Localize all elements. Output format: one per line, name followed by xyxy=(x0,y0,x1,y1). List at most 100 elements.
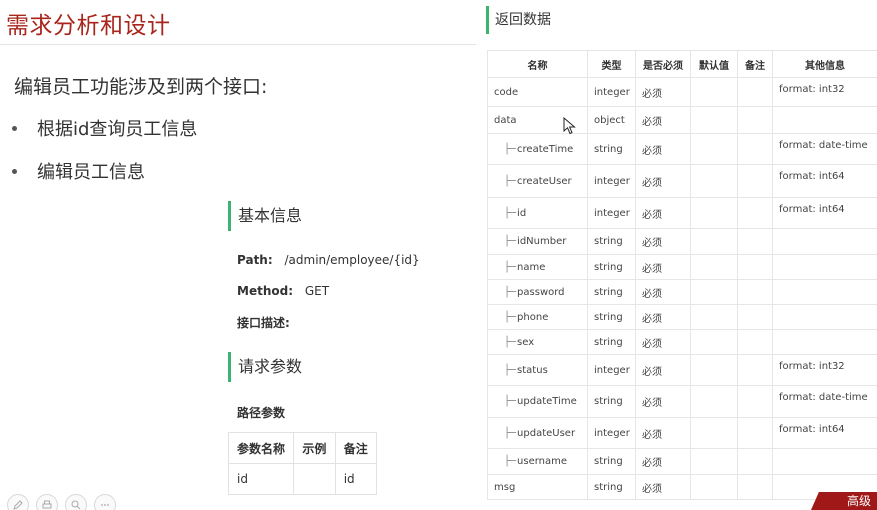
field-name: updateTime xyxy=(517,396,577,407)
bullet-item: 根据id查询员工信息 xyxy=(12,115,197,141)
table-row: code integer 必须 format: int32 xyxy=(487,77,877,107)
remark-cell xyxy=(737,279,773,305)
path-label: Path: xyxy=(237,253,273,267)
type-cell: string xyxy=(587,133,636,165)
default-cell xyxy=(690,106,738,134)
remark-cell xyxy=(737,385,773,418)
other-info-cell xyxy=(772,254,877,280)
table-row: ├─status integer 必须 format: int32 xyxy=(487,354,877,386)
table-row: ├─username string 必须 xyxy=(487,448,877,475)
other-info-cell xyxy=(772,329,877,355)
method-value: GET xyxy=(304,284,330,298)
column-header: 其他信息 xyxy=(772,50,877,78)
required-cell: 必须 xyxy=(635,417,691,449)
type-cell: string xyxy=(587,279,636,305)
default-cell xyxy=(690,385,738,418)
default-cell xyxy=(690,474,738,500)
response-heading: 返回数据 xyxy=(486,6,551,34)
table-row: ├─idNumber string 必须 xyxy=(487,228,877,255)
table-cell: id xyxy=(334,463,378,495)
more-icon xyxy=(101,504,109,506)
field-name: name xyxy=(517,261,546,273)
table-row: ├─phone string 必须 xyxy=(487,304,877,330)
required-cell: 必须 xyxy=(635,254,691,280)
field-name: createTime xyxy=(517,143,574,155)
column-header: 名称 xyxy=(487,50,588,78)
remark-cell xyxy=(737,228,773,255)
remark-cell xyxy=(737,354,773,386)
column-header: 备注 xyxy=(737,50,773,78)
tree-branch-icon: ├─ xyxy=(504,175,517,187)
more-button[interactable] xyxy=(94,494,116,510)
remark-cell xyxy=(737,106,773,134)
field-name: sex xyxy=(517,336,535,348)
name-cell: code xyxy=(487,77,588,107)
tree-branch-icon: ├─ xyxy=(504,364,517,376)
required-cell: 必须 xyxy=(635,354,691,386)
bullet-text: 根据id查询员工信息 xyxy=(37,119,198,140)
other-info-cell: format: date-time xyxy=(772,385,877,418)
tree-branch-icon: ├─ xyxy=(504,427,517,439)
other-info-cell xyxy=(772,304,877,330)
remark-cell xyxy=(737,77,773,107)
presentation-toolbar xyxy=(0,494,116,510)
intro-text: 编辑员工功能涉及到两个接口: xyxy=(14,76,268,98)
table-row: ├─id integer 必须 format: int64 xyxy=(487,197,877,229)
default-cell xyxy=(690,304,738,330)
table-cell xyxy=(293,463,336,495)
print-button[interactable] xyxy=(36,494,58,510)
tree-branch-icon: ├─ xyxy=(504,396,517,407)
type-cell: string xyxy=(587,448,636,475)
bullet-dot-icon xyxy=(12,168,17,174)
remark-cell xyxy=(737,164,773,198)
description-row: 接口描述: xyxy=(237,314,298,331)
brand-badge: 高级 xyxy=(811,492,877,510)
bullet-dot-icon xyxy=(12,125,17,131)
type-cell: object xyxy=(587,106,636,134)
tree-branch-icon: ├─ xyxy=(504,311,517,323)
tree-branch-icon: ├─ xyxy=(504,336,517,348)
name-cell: ├─idNumber xyxy=(487,228,588,255)
table-row: id id xyxy=(227,463,378,495)
type-cell: string xyxy=(587,304,636,330)
pen-tool-button[interactable] xyxy=(7,494,29,510)
name-cell: ├─phone xyxy=(487,304,588,330)
response-table: 名称 类型 是否必须 默认值 备注 其他信息 code integer 必须 form… xyxy=(487,50,877,500)
name-cell: ├─password xyxy=(487,279,588,305)
tree-branch-icon: ├─ xyxy=(504,207,517,219)
field-name: msg xyxy=(494,481,516,493)
default-cell xyxy=(690,197,738,229)
default-cell xyxy=(690,77,738,107)
remark-cell xyxy=(737,254,773,280)
remark-cell xyxy=(737,133,773,165)
field-name: password xyxy=(517,286,565,298)
default-cell xyxy=(690,133,738,165)
zoom-button[interactable] xyxy=(65,494,87,510)
name-cell: msg xyxy=(487,474,588,500)
type-cell: integer xyxy=(587,354,636,386)
default-cell xyxy=(690,228,738,255)
remark-cell xyxy=(737,448,773,475)
name-cell: ├─updateTime xyxy=(487,385,588,418)
name-cell: ├─createUser xyxy=(487,164,588,198)
other-info-cell: format: int64 xyxy=(772,417,877,449)
search-icon xyxy=(71,500,81,510)
field-name: createUser xyxy=(517,175,572,187)
tree-branch-icon: ├─ xyxy=(504,236,517,247)
other-info-cell xyxy=(772,106,877,134)
default-cell xyxy=(690,254,738,280)
slide-title: 需求分析和设计 xyxy=(6,13,171,39)
print-icon xyxy=(42,500,52,509)
table-row: ├─updateUser integer 必须 format: int64 xyxy=(487,417,877,449)
field-name: updateUser xyxy=(517,427,576,439)
other-info-cell xyxy=(772,279,877,305)
required-cell: 必须 xyxy=(635,228,691,255)
remark-cell xyxy=(737,329,773,355)
tree-branch-icon: ├─ xyxy=(504,261,517,273)
table-row: data object 必须 xyxy=(487,106,877,134)
name-cell: ├─id xyxy=(487,197,588,229)
remark-cell xyxy=(737,417,773,449)
table-row: ├─password string 必须 xyxy=(487,279,877,305)
field-name: data xyxy=(494,114,517,126)
required-cell: 必须 xyxy=(635,133,691,165)
